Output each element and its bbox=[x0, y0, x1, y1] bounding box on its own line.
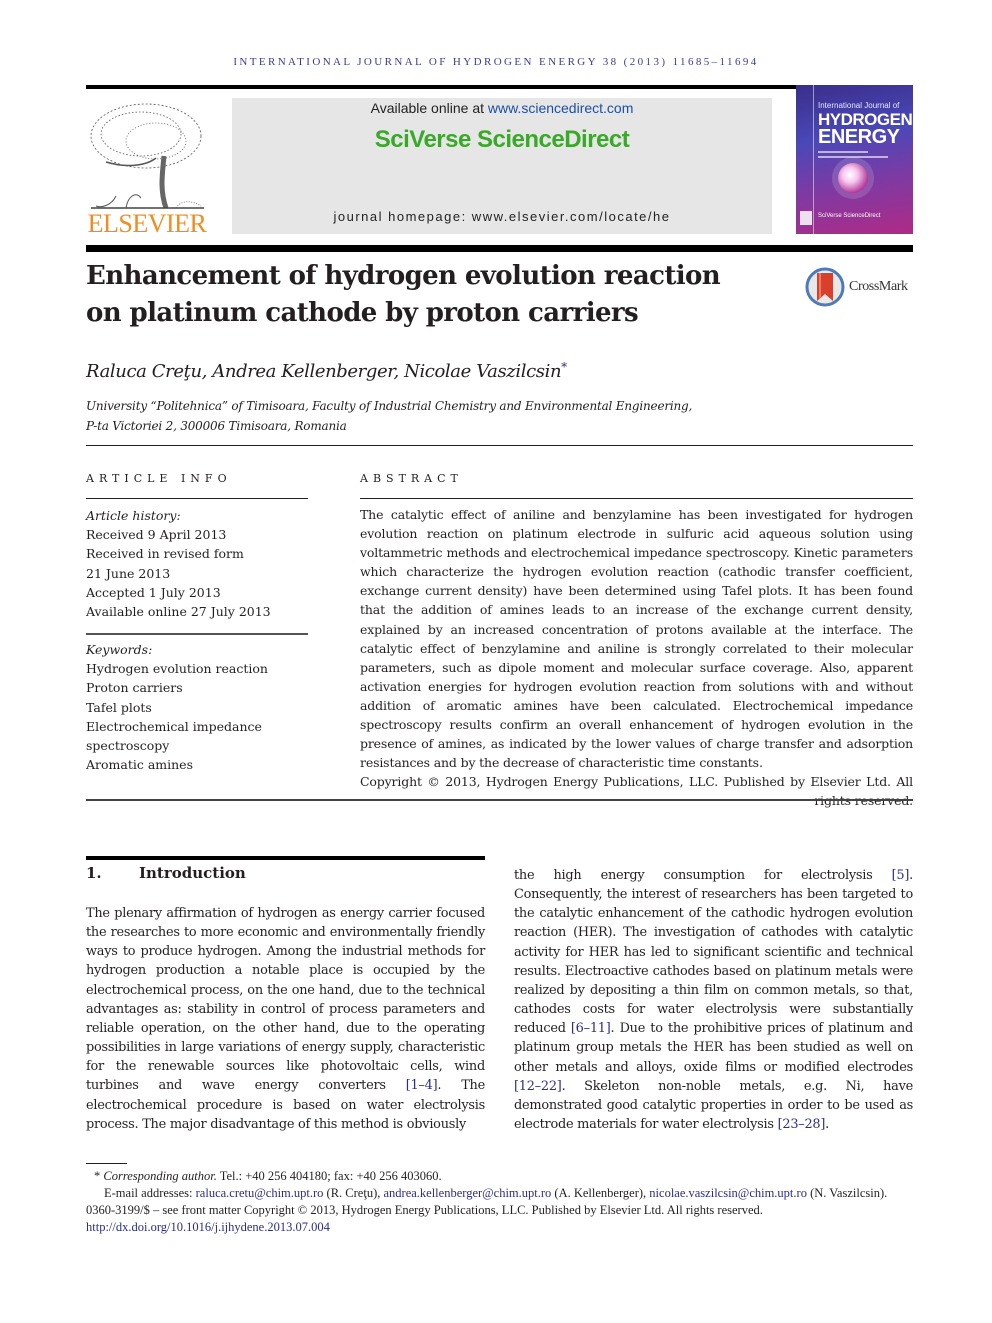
keyword-item: Hydrogen evolution reaction bbox=[86, 661, 268, 677]
email-addresses: E-mail addresses: raluca.cretu@chim.upt.… bbox=[86, 1185, 913, 1202]
top-rule bbox=[86, 85, 913, 89]
section-title: Introduction bbox=[139, 864, 246, 882]
keywords: Keywords: Hydrogen evolution reaction Pr… bbox=[86, 640, 308, 774]
text-run: . bbox=[825, 1117, 830, 1133]
issn-line: 0360-3199/$ – see front matter Copyright… bbox=[86, 1203, 763, 1217]
text-run: . Skeleton non-noble metals, e.g. Ni, ha… bbox=[514, 1078, 913, 1133]
cover-emblem-icon bbox=[800, 211, 812, 225]
sciencedirect-banner: Available online at www.sciencedirect.co… bbox=[232, 98, 772, 234]
corresponding-author-label: Corresponding author. bbox=[103, 1169, 217, 1183]
history-item: Received 9 April 2013 bbox=[86, 527, 227, 543]
citation-link[interactable]: [5] bbox=[892, 868, 910, 883]
running-head: INTERNATIONAL JOURNAL OF HYDROGEN ENERGY… bbox=[233, 56, 759, 68]
journal-homepage[interactable]: journal homepage: www.elsevier.com/locat… bbox=[232, 209, 772, 224]
crossmark-label: CrossMark bbox=[849, 279, 908, 294]
abstract-heading: ABSTRACT bbox=[360, 472, 463, 485]
affiliation-line: University “Politehnica” of Timisoara, F… bbox=[86, 399, 693, 413]
section-heading-introduction: 1. Introduction bbox=[86, 864, 246, 882]
email-link[interactable]: andrea.kellenberger@chim.upt.ro bbox=[383, 1186, 551, 1200]
footnote-rule bbox=[86, 1163, 127, 1164]
divider bbox=[86, 799, 913, 801]
abstract: The catalytic effect of aniline and benz… bbox=[360, 505, 913, 811]
divider bbox=[86, 633, 308, 635]
article-title: Enhancement of hydrogen evolution reacti… bbox=[86, 261, 721, 328]
cover-footer: SciVerse ScienceDirect bbox=[818, 213, 881, 219]
section-rule bbox=[86, 856, 485, 860]
abstract-text: The catalytic effect of aniline and benz… bbox=[360, 507, 913, 771]
journal-cover: International Journal of HYDROGEN ENERGY… bbox=[796, 85, 913, 234]
email-owner: (R. Creţu), bbox=[323, 1186, 384, 1200]
text-run: the high energy consumption for electrol… bbox=[514, 868, 892, 883]
keyword-item: Tafel plots bbox=[86, 699, 152, 715]
sciencedirect-link[interactable]: www.sciencedirect.com bbox=[488, 100, 634, 116]
cover-orb-graphic bbox=[838, 163, 868, 193]
affiliation: University “Politehnica” of Timisoara, F… bbox=[86, 396, 786, 436]
abstract-copyright: Copyright © 2013, Hydrogen Energy Public… bbox=[360, 774, 913, 808]
authors: Raluca Creţu, Andrea Kellenberger, Nicol… bbox=[86, 361, 562, 382]
crossmark-icon bbox=[805, 267, 845, 307]
author-list: Raluca Creţu, Andrea Kellenberger, Nicol… bbox=[86, 360, 567, 382]
keyword-item: spectroscopy bbox=[86, 738, 170, 754]
available-online: Available online at www.sciencedirect.co… bbox=[232, 100, 772, 116]
contact-numbers: Tel.: +40 256 404180; fax: +40 256 40306… bbox=[216, 1169, 442, 1183]
cover-journal-line: International Journal of bbox=[818, 101, 900, 110]
text-run: The plenary affirmation of hydrogen as e… bbox=[86, 906, 485, 1094]
cover-divider bbox=[813, 85, 814, 234]
section-number: 1. bbox=[86, 864, 102, 882]
sciverse-sciencedirect-logo: SciVerse ScienceDirect bbox=[374, 126, 630, 153]
keyword-item: Electrochemical impedance bbox=[86, 718, 262, 734]
crossmark-badge[interactable]: CrossMark bbox=[805, 267, 908, 307]
keyword-item: Aromatic amines bbox=[86, 757, 193, 773]
citation-link[interactable]: [6–11] bbox=[571, 1021, 611, 1036]
paragraph: the high energy consumption for electrol… bbox=[514, 866, 913, 1134]
keywords-label: Keywords: bbox=[86, 642, 153, 657]
citation-link[interactable]: [23–28] bbox=[778, 1117, 826, 1132]
article-history-label: Article history: bbox=[86, 508, 181, 523]
text-run: . Consequently, the interest of research… bbox=[514, 868, 913, 1037]
header-rule bbox=[86, 245, 913, 252]
keyword-item: Proton carriers bbox=[86, 680, 183, 696]
divider bbox=[86, 498, 308, 499]
paragraph: The plenary affirmation of hydrogen as e… bbox=[86, 904, 485, 1134]
divider bbox=[360, 498, 913, 499]
email-label: E-mail addresses: bbox=[104, 1186, 196, 1200]
citation-link[interactable]: [12–22] bbox=[514, 1079, 562, 1094]
available-online-label: Available online at bbox=[370, 100, 488, 116]
email-link[interactable]: raluca.cretu@chim.upt.ro bbox=[196, 1186, 324, 1200]
cover-editor-line bbox=[818, 156, 888, 158]
article-info-heading: ARTICLE INFO bbox=[86, 472, 232, 485]
cover-editor-line bbox=[818, 151, 868, 153]
body-column-right: the high energy consumption for electrol… bbox=[514, 866, 913, 1134]
doi-link[interactable]: http://dx.doi.org/10.1016/j.ijhydene.201… bbox=[86, 1219, 913, 1236]
email-link[interactable]: nicolae.vaszilcsin@chim.upt.ro bbox=[649, 1186, 807, 1200]
history-item: 21 June 2013 bbox=[86, 565, 171, 581]
corresponding-author-marker[interactable]: * bbox=[561, 360, 567, 374]
history-item: Accepted 1 July 2013 bbox=[86, 584, 221, 600]
affiliation-line: P-ta Victoriei 2, 300006 Timisoara, Roma… bbox=[86, 419, 347, 433]
history-item: Available online 27 July 2013 bbox=[86, 604, 271, 620]
corresponding-author-note: * Corresponding author. Tel.: +40 256 40… bbox=[86, 1168, 913, 1185]
elsevier-wordmark: ELSEVIER bbox=[87, 209, 207, 238]
article-history: Article history: Received 9 April 2013 R… bbox=[86, 506, 308, 621]
cover-title-energy: ENERGY bbox=[818, 126, 900, 148]
body-column-left: The plenary affirmation of hydrogen as e… bbox=[86, 904, 485, 1134]
divider bbox=[86, 445, 913, 446]
footnotes: * Corresponding author. Tel.: +40 256 40… bbox=[86, 1168, 913, 1236]
email-owner: (N. Vaszilcsin). bbox=[806, 1186, 888, 1200]
footnote-marker: * bbox=[94, 1169, 101, 1183]
email-owner: (A. Kellenberger), bbox=[551, 1186, 650, 1200]
history-item: Received in revised form bbox=[86, 546, 244, 562]
citation-link[interactable]: [1–4] bbox=[406, 1078, 438, 1093]
